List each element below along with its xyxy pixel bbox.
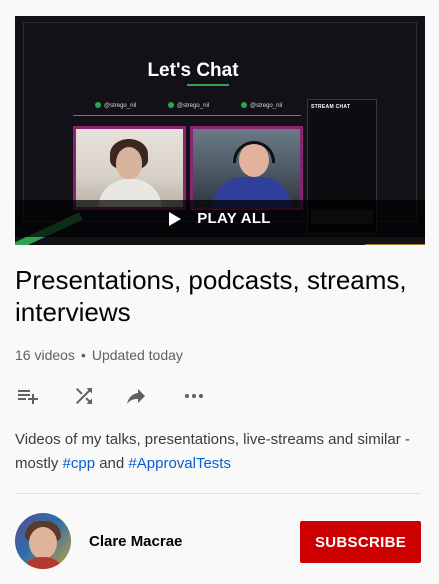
play-all-button[interactable]: PLAY ALL bbox=[15, 200, 425, 237]
more-actions-button[interactable] bbox=[181, 384, 207, 408]
video-count: 16 videos bbox=[15, 347, 75, 363]
share-button[interactable] bbox=[123, 384, 149, 408]
title-underline bbox=[187, 84, 229, 86]
headphones bbox=[233, 141, 275, 163]
playlist-description: Videos of my talks, presentations, live-… bbox=[15, 428, 425, 476]
shuffle-button[interactable] bbox=[71, 384, 97, 408]
playlist-actions bbox=[15, 384, 215, 408]
play-icon bbox=[169, 211, 182, 226]
play-all-label: PLAY ALL bbox=[197, 210, 271, 227]
meta-separator: • bbox=[80, 347, 86, 363]
avatar-face bbox=[29, 527, 57, 559]
social-twitter: @strego_nil bbox=[95, 102, 136, 109]
twitch-icon bbox=[241, 102, 247, 108]
playlist-meta: 16 videos • Updated today bbox=[15, 347, 183, 363]
subscribe-button[interactable]: SUBSCRIBE bbox=[300, 521, 421, 563]
shuffle-icon bbox=[76, 388, 92, 404]
guest-head bbox=[116, 147, 142, 179]
more-icon bbox=[185, 394, 203, 398]
hashtag-link-cpp[interactable]: #cpp bbox=[63, 455, 96, 472]
section-divider bbox=[15, 493, 421, 494]
updated-status: Updated today bbox=[91, 347, 183, 363]
hashtag-link-approvaltests[interactable]: #ApprovalTests bbox=[128, 455, 231, 472]
description-text-middle: and bbox=[95, 455, 129, 472]
github-icon bbox=[168, 102, 174, 108]
socials-divider bbox=[73, 115, 301, 116]
avatar-shirt bbox=[21, 557, 65, 569]
twitter-icon bbox=[95, 102, 101, 108]
thumbnail-overlay-title: Let's Chat bbox=[147, 60, 239, 81]
avatar[interactable] bbox=[15, 513, 71, 569]
share-icon bbox=[127, 389, 145, 404]
thumbnail-socials: @strego_nil @strego_nil @strego_nil bbox=[95, 102, 295, 112]
webcam-guest bbox=[73, 126, 186, 210]
playlist-title: Presentations, podcasts, streams, interv… bbox=[15, 265, 407, 327]
channel-name[interactable]: Clare Macrae bbox=[89, 533, 182, 550]
channel-row: Clare Macrae SUBSCRIBE bbox=[15, 513, 425, 569]
add-to-queue-button[interactable] bbox=[15, 384, 41, 408]
add-to-queue-icon bbox=[18, 390, 38, 404]
webcam-host bbox=[190, 126, 303, 210]
stream-chat-title: STREAM CHAT bbox=[311, 104, 351, 110]
social-github: @strego_nil bbox=[168, 102, 209, 109]
playlist-thumbnail[interactable]: Let's Chat @strego_nil @strego_nil @stre… bbox=[15, 16, 425, 245]
social-twitch: @strego_nil bbox=[241, 102, 282, 109]
decorative-line bbox=[365, 244, 425, 245]
